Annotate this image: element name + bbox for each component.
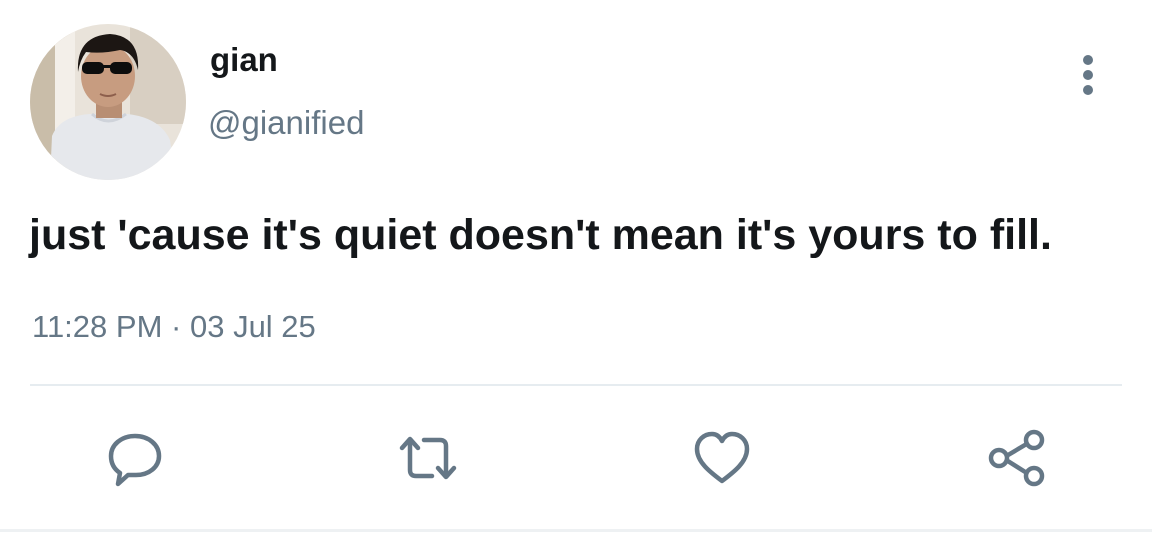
retweet-button[interactable] [396,426,460,490]
avatar[interactable] [30,24,186,180]
display-name[interactable]: gian [210,38,278,82]
reply-button[interactable] [103,426,167,490]
tweet-time: 11:28 PM [32,309,163,344]
user-handle[interactable]: @gianified [208,101,364,145]
share-nodes-icon [988,429,1045,487]
timestamp-separator: · [171,309,182,344]
divider [30,384,1122,386]
tweet-timestamp[interactable]: 11:28 PM · 03 Jul 25 [32,305,316,349]
speech-bubble-icon [108,433,162,487]
more-options-button[interactable] [1068,52,1108,98]
vertical-ellipsis-icon [1083,55,1093,95]
like-button[interactable] [690,426,754,490]
heart-icon [694,431,750,484]
bottom-divider [0,529,1152,532]
avatar-photo [30,24,186,180]
tweet-date: 03 Jul 25 [189,309,316,344]
retweet-arrows-icon [399,436,457,480]
share-button[interactable] [985,426,1049,490]
tweet-text: just 'cause it's quiet doesn't mean it's… [29,211,1052,259]
